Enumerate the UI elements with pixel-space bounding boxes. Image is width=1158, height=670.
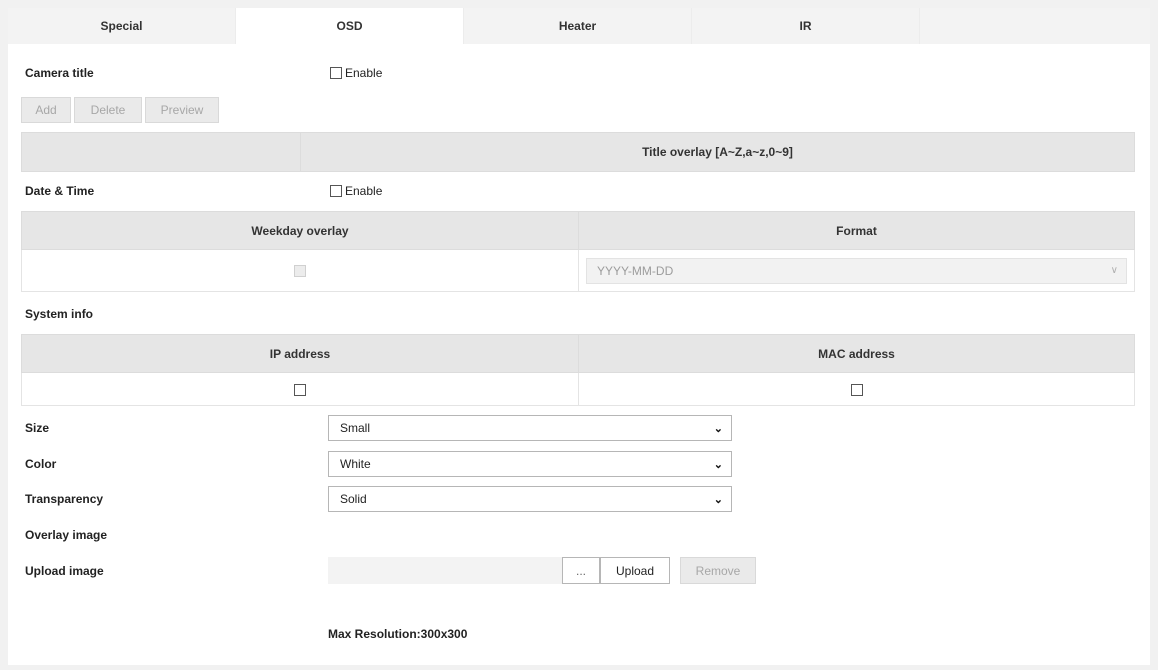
title-overlay-header: Title overlay [A~Z,a~z,0~9] bbox=[300, 132, 1135, 172]
size-label: Size bbox=[25, 421, 50, 435]
date-format-select[interactable]: YYYY-MM-DD ∨ bbox=[586, 257, 1127, 284]
chevron-down-icon: ∨ bbox=[1110, 265, 1118, 276]
preview-button[interactable]: Preview bbox=[145, 97, 219, 123]
mac-address-cell bbox=[578, 372, 1135, 406]
add-button[interactable]: Add bbox=[21, 97, 71, 123]
max-resolution-text: Max Resolution:300x300 bbox=[328, 627, 468, 641]
date-time-table: Weekday overlay Format YYYY-MM-DD ∨ bbox=[21, 211, 1135, 292]
date-time-enable-checkbox[interactable] bbox=[330, 185, 342, 197]
camera-title-enable[interactable]: Enable bbox=[330, 66, 382, 80]
ip-address-header: IP address bbox=[21, 334, 579, 373]
transparency-select[interactable]: Solid ⌄ bbox=[328, 486, 732, 512]
transparency-value: Solid bbox=[340, 492, 367, 506]
upload-image-label: Upload image bbox=[25, 564, 104, 578]
overlay-image-label: Overlay image bbox=[25, 528, 108, 542]
color-value: White bbox=[340, 457, 371, 471]
system-info-label: System info bbox=[25, 307, 94, 321]
color-select[interactable]: White ⌄ bbox=[328, 451, 732, 477]
tab-osd[interactable]: OSD bbox=[236, 8, 464, 44]
date-time-enable-label: Enable bbox=[345, 184, 383, 198]
tab-heater[interactable]: Heater bbox=[464, 8, 692, 44]
osd-settings-panel: Special OSD Heater IR Camera title Enabl… bbox=[8, 8, 1150, 665]
date-time-label: Date & Time bbox=[25, 184, 95, 198]
camera-title-label: Camera title bbox=[25, 66, 94, 80]
system-info-table: IP address MAC address bbox=[21, 334, 1135, 406]
format-cell: YYYY-MM-DD ∨ bbox=[578, 249, 1135, 292]
delete-button[interactable]: Delete bbox=[74, 97, 142, 123]
date-time-enable[interactable]: Enable bbox=[330, 184, 382, 198]
tab-special[interactable]: Special bbox=[8, 8, 236, 44]
mac-address-header: MAC address bbox=[578, 334, 1135, 373]
camera-title-enable-label: Enable bbox=[345, 66, 383, 80]
weekday-overlay-checkbox[interactable] bbox=[294, 265, 306, 278]
date-format-value: YYYY-MM-DD bbox=[597, 263, 674, 278]
title-overlay-blank-header bbox=[21, 132, 301, 172]
size-value: Small bbox=[340, 421, 371, 435]
weekday-overlay-header: Weekday overlay bbox=[21, 211, 579, 250]
camera-title-enable-checkbox[interactable] bbox=[330, 67, 342, 79]
ip-address-checkbox[interactable] bbox=[294, 383, 306, 396]
chevron-down-icon: ⌄ bbox=[713, 493, 723, 506]
browse-button[interactable]: ... bbox=[562, 557, 600, 584]
format-header: Format bbox=[578, 211, 1135, 250]
tab-bar: Special OSD Heater IR bbox=[8, 8, 1150, 44]
title-overlay-table: Title overlay [A~Z,a~z,0~9] bbox=[21, 132, 1135, 172]
upload-button[interactable]: Upload bbox=[600, 557, 670, 584]
remove-button[interactable]: Remove bbox=[680, 557, 756, 584]
chevron-down-icon: ⌄ bbox=[713, 422, 723, 435]
mac-address-checkbox[interactable] bbox=[850, 383, 863, 396]
upload-file-path-field[interactable] bbox=[328, 557, 562, 584]
ip-address-cell bbox=[21, 372, 579, 406]
weekday-overlay-cell bbox=[21, 249, 579, 292]
size-select[interactable]: Small ⌄ bbox=[328, 415, 732, 441]
chevron-down-icon: ⌄ bbox=[713, 458, 723, 471]
transparency-label: Transparency bbox=[25, 492, 104, 506]
tab-ir[interactable]: IR bbox=[692, 8, 920, 44]
color-label: Color bbox=[25, 457, 57, 471]
